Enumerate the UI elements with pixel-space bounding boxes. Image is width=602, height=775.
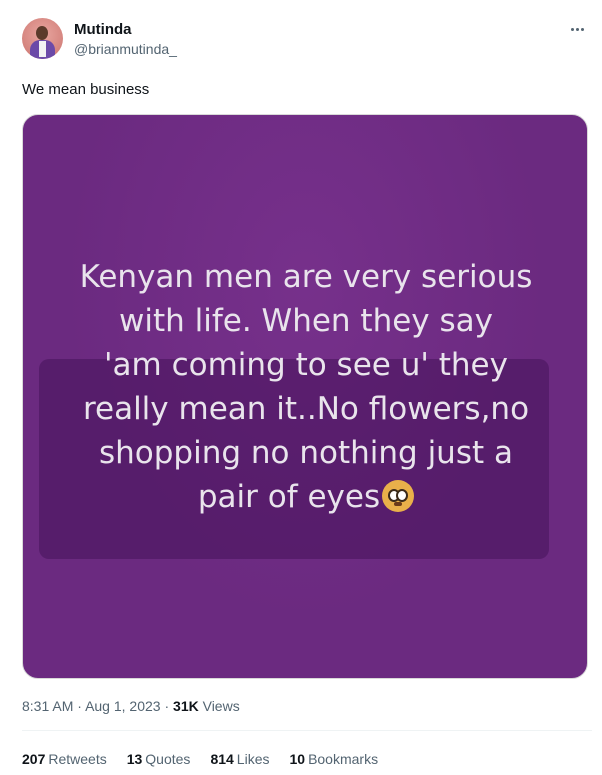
author-handle[interactable]: @brianmutinda_: [74, 40, 177, 58]
tweet-header: Mutinda @brianmutinda_: [22, 18, 592, 62]
image-line: 'am coming to see u' they: [104, 347, 508, 383]
bookmarks-count: 10: [289, 751, 306, 767]
image-line: shopping no nothing just a: [98, 435, 513, 471]
quotes-label: Quotes: [145, 751, 191, 767]
image-line: pair of eyes: [197, 479, 381, 515]
retweets-stat[interactable]: 207 Retweets: [22, 750, 107, 768]
image-line-last: pair of eyes: [23, 475, 587, 519]
author-display-name[interactable]: Mutinda: [74, 20, 177, 39]
image-line: with life. When they say: [119, 303, 493, 339]
likes-count: 814: [210, 751, 234, 767]
flushed-face-icon: [382, 480, 415, 512]
views-count: 31K: [173, 698, 199, 714]
tweet-text: We mean business: [22, 81, 150, 98]
tweet-stats: 207 Retweets 13 Quotes 814 Likes 10 Bookmark…: [22, 750, 378, 768]
bookmarks-label: Bookmarks: [308, 751, 379, 767]
likes-label: Likes: [236, 751, 270, 767]
quotes-count: 13: [126, 751, 143, 767]
views-label: Views: [202, 698, 240, 714]
tweet-image[interactable]: Kenyan men are very serious with life. W…: [22, 114, 588, 679]
image-line: Kenyan men are very serious: [79, 259, 533, 295]
more-options-icon[interactable]: [566, 20, 588, 38]
likes-stat[interactable]: 814 Likes: [210, 750, 269, 768]
tweet-date[interactable]: Aug 1, 2023: [85, 698, 161, 714]
tweet-meta: 8:31 AM · Aug 1, 2023 · 31K Views: [22, 697, 240, 715]
bookmarks-stat[interactable]: 10 Bookmarks: [289, 750, 378, 768]
tweet-time[interactable]: 8:31 AM: [22, 698, 73, 714]
image-line: really mean it..No flowers,no: [82, 391, 530, 427]
meta-separator: ·: [164, 698, 170, 714]
quotes-stat[interactable]: 13 Quotes: [127, 750, 191, 768]
retweets-label: Retweets: [48, 751, 107, 767]
avatar[interactable]: [22, 18, 63, 59]
tweet: Mutinda @brianmutinda_ We mean business …: [0, 0, 602, 775]
meta-separator: ·: [77, 698, 82, 714]
retweets-count: 207: [22, 751, 46, 767]
image-caption: Kenyan men are very serious with life. W…: [23, 255, 587, 519]
divider: [22, 730, 592, 731]
author-names: Mutinda @brianmutinda_: [74, 20, 177, 58]
